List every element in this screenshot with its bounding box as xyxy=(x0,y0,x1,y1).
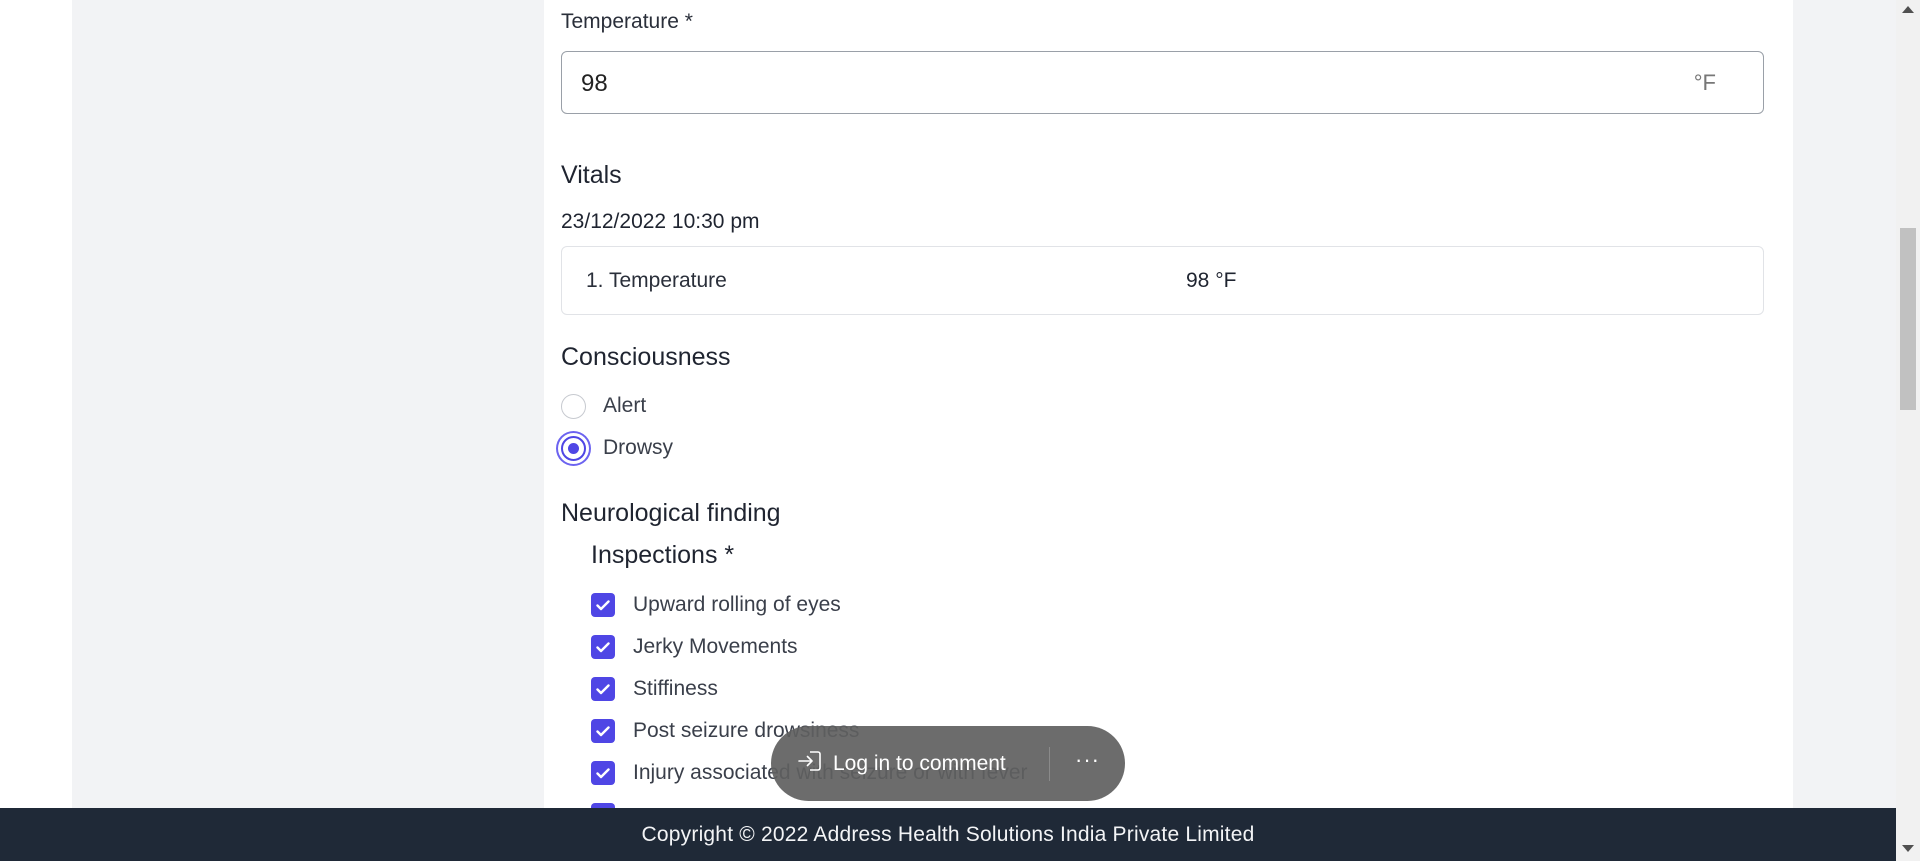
checkbox-checked[interactable] xyxy=(591,593,615,617)
temperature-unit: °F xyxy=(1693,70,1716,95)
form-content: Temperature * 98 °F Vitals 23/12/2022 10… xyxy=(544,0,1793,827)
radio-drowsy[interactable] xyxy=(561,435,586,461)
more-options-icon[interactable]: ··· xyxy=(1050,726,1125,801)
right-gutter xyxy=(1793,0,1896,808)
login-to-comment-label[interactable]: Log in to comment xyxy=(833,752,1006,776)
temperature-label: Temperature * xyxy=(561,10,693,33)
vitals-row-name: 1. Temperature xyxy=(586,269,727,292)
checkbox-item[interactable]: Upward rolling of eyes xyxy=(591,590,841,620)
vitals-table: 1. Temperature 98 °F xyxy=(561,246,1764,315)
vitals-title: Vitals xyxy=(561,161,622,189)
radio-alert[interactable] xyxy=(561,393,586,419)
temperature-input-value[interactable]: 98 xyxy=(581,70,608,98)
sign-in-icon xyxy=(797,749,823,778)
checkbox-item[interactable]: Stiffiness xyxy=(591,674,718,704)
checkbox-label[interactable]: Stiffiness xyxy=(633,677,718,701)
radio-option-drowsy[interactable]: Drowsy xyxy=(561,432,673,464)
temperature-input[interactable]: 98 °F xyxy=(561,51,1764,114)
copyright-text: Copyright © 2022 Address Health Solution… xyxy=(641,822,1255,846)
checkbox-item[interactable]: Jerky Movements xyxy=(591,632,798,662)
checkbox-checked[interactable] xyxy=(591,677,615,701)
vitals-row-value: 98 °F xyxy=(1186,269,1237,292)
vitals-timestamp: 23/12/2022 10:30 pm xyxy=(561,210,760,233)
checkbox-checked[interactable] xyxy=(591,719,615,743)
login-to-comment-button[interactable]: Log in to comment xyxy=(771,726,1049,801)
consciousness-title: Consciousness xyxy=(561,343,731,371)
checkbox-label[interactable]: Jerky Movements xyxy=(633,635,798,659)
scroll-up-arrow-icon[interactable] xyxy=(1902,6,1914,13)
radio-option-alert[interactable]: Alert xyxy=(561,390,646,422)
radio-drowsy-label[interactable]: Drowsy xyxy=(603,436,673,460)
vertical-scrollbar[interactable] xyxy=(1896,0,1920,861)
scroll-down-arrow-icon[interactable] xyxy=(1902,845,1914,852)
left-gutter xyxy=(72,0,544,808)
checkbox-checked[interactable] xyxy=(591,635,615,659)
radio-alert-label[interactable]: Alert xyxy=(603,394,646,418)
checkbox-label[interactable]: Upward rolling of eyes xyxy=(633,593,841,617)
neurological-title: Neurological finding xyxy=(561,499,781,527)
footer: Copyright © 2022 Address Health Solution… xyxy=(0,808,1896,861)
scrollbar-thumb[interactable] xyxy=(1900,228,1916,410)
checkbox-checked[interactable] xyxy=(591,761,615,785)
comment-bar: Log in to comment ··· xyxy=(771,726,1125,801)
inspections-title: Inspections * xyxy=(591,541,735,569)
